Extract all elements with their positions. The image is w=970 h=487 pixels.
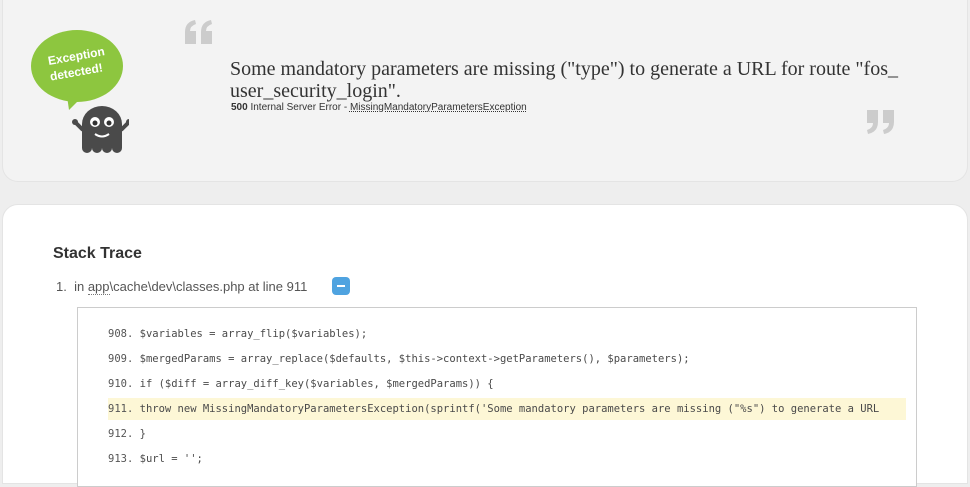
trace-entry: 1. in app\cache\dev\classes.php at line … (56, 279, 308, 295)
line-code: $variables = array_flip($variables); (139, 328, 368, 340)
line-number: 909. (108, 353, 134, 365)
line-code: $url = ''; (139, 453, 203, 465)
code-line: 912. } (108, 423, 906, 445)
status-text: Internal Server Error - (250, 102, 348, 113)
trace-entry-number: 1. (56, 279, 67, 294)
line-number: 908. (108, 328, 134, 340)
line-code: } (139, 428, 146, 440)
code-line: 910. if ($diff = array_diff_key($variabl… (108, 373, 906, 395)
line-number: 912. (108, 428, 134, 440)
line-number: 913. (108, 453, 134, 465)
status-code: 500 (231, 102, 248, 113)
trace-in-label: in (74, 279, 85, 294)
close-quote-icon (867, 110, 894, 134)
trace-path-rest: \cache\dev\classes.php (109, 279, 245, 294)
open-quote-icon (185, 20, 212, 44)
trace-line-label: at line 911 (248, 279, 308, 294)
code-excerpt: 908. $variables = array_flip($variables)… (77, 307, 917, 487)
code-line-highlighted: 911. throw new MissingMandatoryParameter… (108, 398, 906, 420)
exception-mascot-icon: Exception detected! (31, 30, 129, 153)
line-code: $mergedParams = array_replace($defaults,… (139, 353, 690, 365)
line-code: throw new MissingMandatoryParametersExce… (139, 403, 880, 415)
code-line: 908. $variables = array_flip($variables)… (108, 323, 906, 345)
exception-class-link[interactable]: MissingMandatoryParametersException (350, 102, 527, 113)
line-number: 911. (108, 403, 134, 415)
stack-trace-title: Stack Trace (53, 245, 142, 262)
collapse-toggle-button[interactable] (332, 277, 350, 295)
status-line: 500 Internal Server Error - MissingManda… (231, 102, 527, 113)
exception-message: Some mandatory parameters are missing ("… (230, 58, 898, 102)
line-code: if ($diff = array_diff_key($variables, $… (139, 378, 494, 390)
line-number: 910. (108, 378, 134, 390)
exception-header: Exception detected! Some mandatory param… (2, 0, 968, 182)
trace-path-app[interactable]: app (87, 279, 110, 295)
code-line: 913. $url = ''; (108, 448, 906, 470)
stack-trace-panel: Stack Trace 1. in app\cache\dev\classes.… (2, 204, 968, 487)
code-line: 909. $mergedParams = array_replace($defa… (108, 348, 906, 370)
